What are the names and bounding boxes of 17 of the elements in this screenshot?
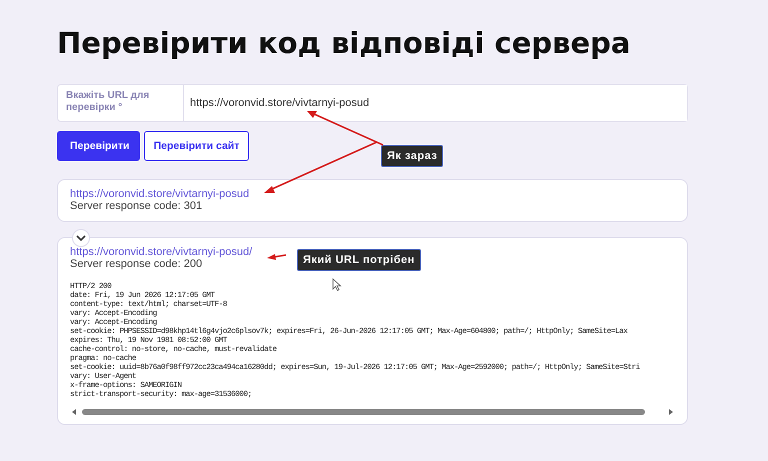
- annotation-label: Як зараз: [381, 145, 444, 167]
- check-button[interactable]: Перевірити сайт: [144, 131, 249, 161]
- check-button[interactable]: Перевірити: [57, 131, 140, 161]
- annotation-arrow: [267, 254, 286, 260]
- url-field[interactable]: Вкажіть URL для перевірки ° https://voronvid.store/vivtarnyi-posud: [57, 84, 688, 122]
- scroll-right-icon[interactable]: [667, 408, 675, 416]
- page-title: Перевірити код відповіді сервера: [57, 25, 630, 62]
- collapse-toggle[interactable]: [72, 229, 90, 247]
- result-link[interactable]: https://voronvid.store/vivtarnyi-posud/: [70, 246, 252, 258]
- scroll-left-icon[interactable]: [70, 408, 78, 416]
- response-code-text: Server response code: 200: [70, 258, 202, 271]
- annotation-label: Який URL потрібен: [297, 249, 421, 271]
- cursor-icon: [332, 278, 342, 292]
- result-link[interactable]: https://voronvid.store/vivtarnyi-posud: [70, 188, 250, 200]
- horizontal-scrollbar[interactable]: [70, 408, 675, 416]
- response-code-text: Server response code: 301: [70, 200, 202, 213]
- chevron-down-icon: [76, 235, 86, 241]
